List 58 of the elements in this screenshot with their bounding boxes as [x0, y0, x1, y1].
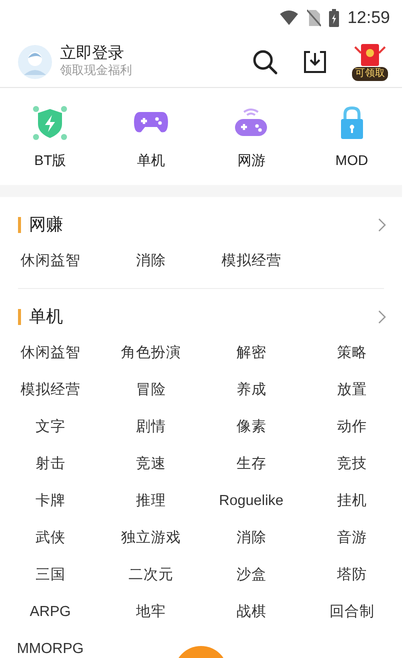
- shield-icon[interactable]: [31, 104, 70, 142]
- avatar-icon[interactable]: [18, 44, 52, 78]
- section-accent-bar: [18, 217, 21, 233]
- category-tag[interactable]: 射击: [35, 454, 66, 476]
- category-tag[interactable]: 模拟经营: [221, 250, 282, 272]
- category-label[interactable]: 单机: [136, 150, 165, 171]
- category-tag[interactable]: 三国: [35, 564, 66, 586]
- category-tag[interactable]: 地牢: [136, 602, 166, 624]
- category-tag[interactable]: 消除: [236, 528, 266, 550]
- section-title: 网赚: [29, 214, 64, 236]
- category-tag[interactable]: 角色扮演: [120, 342, 181, 364]
- category-tag[interactable]: 音游: [336, 528, 367, 550]
- category-label[interactable]: 网游: [237, 150, 266, 171]
- login-title[interactable]: 立即登录: [60, 44, 252, 64]
- category-tag[interactable]: 独立游戏: [120, 528, 181, 550]
- envelope-icon[interactable]: [353, 42, 387, 66]
- category-tag[interactable]: MMORPG: [16, 638, 84, 658]
- category-tag[interactable]: 休闲益智: [20, 250, 80, 272]
- category-tag[interactable]: 消除: [136, 250, 166, 272]
- category-label[interactable]: BT版: [34, 150, 66, 171]
- category-tag[interactable]: 解密: [236, 342, 266, 364]
- category-tag[interactable]: ARPG: [30, 602, 71, 624]
- category-tag[interactable]: 沙盒: [236, 564, 266, 586]
- category-tag[interactable]: 战棋: [236, 602, 266, 624]
- category-tag[interactable]: 武侠: [35, 528, 66, 550]
- category-tag[interactable]: 休闲益智: [20, 342, 80, 364]
- category-tag[interactable]: 模拟经营: [20, 380, 80, 402]
- category-tag[interactable]: 回合制: [329, 602, 374, 624]
- chevron-right-icon[interactable]: [378, 218, 386, 232]
- chevron-right-icon[interactable]: [378, 310, 386, 324]
- category-tag[interactable]: 挂机: [336, 490, 367, 512]
- section-title: 单机: [29, 306, 64, 328]
- status-time: 12:59: [347, 7, 390, 30]
- category-tag[interactable]: 冒险: [136, 380, 166, 402]
- wifi-icon: [279, 10, 300, 26]
- search-icon[interactable]: [252, 48, 278, 74]
- category-tag[interactable]: 生存: [236, 454, 266, 476]
- category-tag[interactable]: 动作: [336, 416, 367, 438]
- reward-badge: 可领取: [352, 66, 388, 80]
- login-subtitle: 领取现金福利: [60, 63, 133, 79]
- section-accent-bar: [18, 309, 21, 325]
- category-tag[interactable]: 塔防: [336, 564, 367, 586]
- category-tag[interactable]: Roguelike: [219, 490, 284, 512]
- category-tag[interactable]: 策略: [336, 342, 367, 364]
- category-tag[interactable]: 竞技: [336, 454, 367, 476]
- category-tag[interactable]: 竞速: [136, 454, 166, 476]
- category-tag[interactable]: 卡牌: [35, 490, 66, 512]
- category-tag[interactable]: 文字: [35, 416, 66, 438]
- download-icon[interactable]: [302, 48, 328, 74]
- battery-icon: [329, 9, 340, 27]
- category-tag[interactable]: 推理: [136, 490, 166, 512]
- category-tag[interactable]: 放置: [336, 380, 367, 402]
- no-sim-icon: [307, 9, 322, 27]
- category-tag[interactable]: 像素: [236, 416, 266, 438]
- category-tag[interactable]: 剧情: [136, 416, 166, 438]
- category-tag[interactable]: 二次元: [128, 564, 174, 586]
- category-tag[interactable]: 养成: [236, 380, 266, 402]
- category-label[interactable]: MOD: [335, 150, 368, 171]
